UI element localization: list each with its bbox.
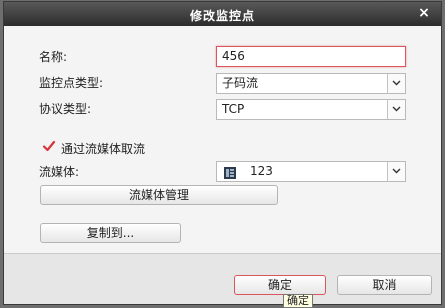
- ok-button[interactable]: 确定: [234, 275, 326, 295]
- name-input[interactable]: 456: [216, 46, 406, 67]
- protocol-select-value: TCP: [222, 102, 245, 116]
- stream-select[interactable]: 123: [216, 161, 406, 182]
- close-icon[interactable]: ×: [417, 5, 431, 21]
- type-label: 监控点类型:: [39, 76, 104, 90]
- type-select-value: 子码流: [222, 76, 259, 90]
- dialog-footer: 确定 取消: [4, 253, 441, 304]
- checkmark-icon[interactable]: [42, 139, 56, 153]
- server-icon: [224, 166, 236, 185]
- chevron-down-icon[interactable]: [387, 74, 405, 93]
- name-label: 名称:: [39, 50, 68, 64]
- name-input-value: 456: [222, 49, 245, 63]
- stream-label: 流媒体:: [39, 165, 80, 179]
- chevron-down-icon[interactable]: [387, 162, 405, 181]
- stream-manage-button[interactable]: 流媒体管理: [40, 185, 278, 205]
- via-stream-checkbox-label[interactable]: 通过流媒体取流: [61, 140, 145, 157]
- chevron-down-icon[interactable]: [387, 100, 405, 119]
- protocol-label: 协议类型:: [39, 102, 92, 116]
- ok-button-tooltip: 确定: [283, 294, 313, 308]
- stream-select-value: 123: [250, 164, 273, 178]
- type-select[interactable]: 子码流: [216, 73, 406, 94]
- protocol-select[interactable]: TCP: [216, 99, 406, 120]
- copy-to-button[interactable]: 复制到...: [40, 223, 181, 243]
- edit-monitor-point-dialog: 修改监控点 × 名称: 456 监控点类型: 子码流 协议类型: TCP 通过流…: [3, 1, 442, 305]
- cancel-button[interactable]: 取消: [337, 275, 432, 295]
- dialog-titlebar: 修改监控点 ×: [4, 2, 441, 26]
- dialog-title: 修改监控点: [189, 9, 255, 23]
